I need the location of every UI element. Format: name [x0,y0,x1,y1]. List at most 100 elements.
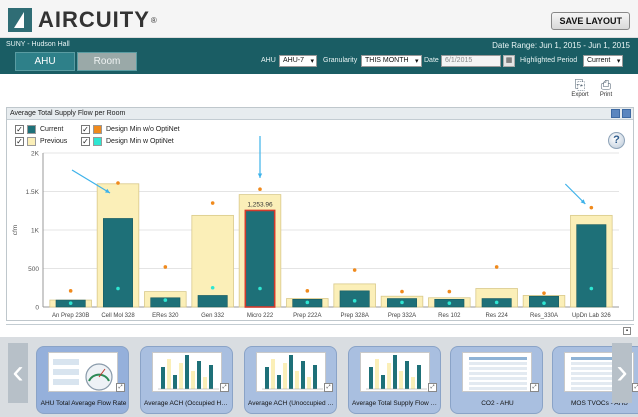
thumbnail-card[interactable]: ⤢ Average ACH (Unoccupied Hours) [244,346,337,414]
x-tick-label: Res 102 [438,313,461,319]
highlighted-period-select[interactable]: Current ▾ [583,55,624,67]
checkbox-checked-icon[interactable]: ✓ [15,137,24,146]
x-tick-label: Prep 222A [293,313,321,319]
maximize-panel-icon[interactable] [622,109,631,118]
x-tick-label: Gen 332 [201,313,225,319]
thumbnail-expand-icon[interactable]: ⤢ [220,383,229,392]
minimize-panel-icon[interactable] [611,109,620,118]
y-axis-label: cfm [12,225,19,235]
point-design-min-w [400,300,404,305]
legend-item-design-min-wo[interactable]: ✓ Design Min w/o OptiNet [81,125,180,134]
thumbnail-expand-icon[interactable]: ⤢ [530,383,539,392]
site-name: SUNY - Hudson Hall [6,41,70,48]
chart-panel-header: Average Total Supply Flow per Room [7,108,633,120]
chart-panel: Average Total Supply Flow per Room 0 500 1… [6,107,634,321]
point-design-min-wo [447,289,452,294]
thumbnail-expand-icon[interactable]: ⤢ [428,383,437,392]
legend-item-design-min-w[interactable]: ✓ Design Min w OptiNet [81,137,174,146]
thumbnail-card[interactable]: ⤢ AHU Total Average Flow Rate [36,346,129,414]
thumbnail-strip-bar: ▪ [6,324,634,336]
ahu-select-value: AHU-7 [283,57,305,64]
point-design-min-wo [210,201,215,205]
brand-header: AIRCUITY ® SAVE LAYOUT [0,0,638,38]
granularity-select-value: THIS MONTH [365,57,409,64]
point-design-min-wo [494,265,499,269]
highlighted-period-label: Highlighted Period [520,57,578,64]
thumbnail-card[interactable]: ⤢ CO2 - AHU [450,346,543,414]
bar-current [197,295,228,308]
export-button[interactable]: ⎘ Export [568,77,592,99]
x-tick-label: Prep 332A [388,313,416,319]
checkbox-checked-icon[interactable]: ✓ [81,137,90,146]
legend-label-design-min-wo: Design Min w/o OptiNet [106,126,180,133]
bar-current [339,290,370,308]
help-icon[interactable]: ? [608,132,625,149]
x-tick-label: Res_330A [530,313,558,319]
y-tick-label: 500 [28,266,39,273]
ahu-select[interactable]: AHU-7 ▾ [279,55,318,67]
thumbnail-label: Average ACH (Unoccupied Hours) [248,400,335,407]
date-range: Date Range: Jun 1, 2015 - Jun 1, 2015 [492,41,630,50]
point-design-min-wo [116,181,120,185]
x-tick-label: Cell Mol 328 [101,313,135,319]
date-label: Date [424,57,439,64]
point-design-min-w [305,300,310,305]
date-input[interactable]: 6/1/2015 [441,55,501,67]
thumbnail-card[interactable]: ⤢ Average ACH (Occupied Hours) [140,346,233,414]
thumbnail-label: CO2 - AHU [481,400,514,407]
y-tick-label: 1K [31,228,40,235]
legend-item-previous[interactable]: ✓ Previous [15,137,67,146]
chart-panel-title: Average Total Supply Flow per Room [10,110,126,117]
aircuity-dashboard: AIRCUITY ® SAVE LAYOUT SUNY - Hudson Hal… [0,0,638,417]
legend-swatch-previous [27,137,36,146]
legend-label-previous: Previous [40,138,68,145]
point-design-min-wo [68,289,73,293]
chevron-down-icon: ▾ [616,58,621,65]
thumbnail-preview [256,352,326,392]
thumbnail-preview [462,352,532,392]
legend-item-current[interactable]: ✓ Current [15,125,63,134]
point-design-min-w [542,301,546,305]
thumbnail-expand-icon[interactable]: ⤢ [116,383,125,392]
point-design-min-wo [542,291,546,295]
checkbox-checked-icon[interactable]: ✓ [15,125,24,134]
point-design-min-w [68,301,73,305]
trademark-symbol: ® [150,15,157,25]
point-design-min-w [589,286,594,291]
highlighted-period-value: Current [587,57,611,64]
point-design-min-wo [400,289,404,294]
x-tick-label: An Prep 230B [52,313,89,319]
thumbnail-preview [152,352,222,392]
save-layout-button[interactable]: SAVE LAYOUT [551,12,630,30]
export-icon: ⎘ [574,77,586,92]
context-bar: SUNY - Hudson Hall Date Range: Jun 1, 20… [0,38,638,74]
granularity-select[interactable]: THIS MONTH ▾ [361,55,422,67]
chart-thumbnail-strip: ‹ ⤢ AHU Total Average Flow Rate ⤢ Average A… [0,337,638,417]
x-tick-label: Res 224 [485,313,508,319]
pin-icon[interactable]: ▪ [623,327,631,335]
legend-swatch-design-min-wo [93,125,102,134]
scroll-right-arrow-icon[interactable]: › [612,343,632,403]
print-button[interactable]: ⎙ Print [594,78,618,99]
x-tick-label: ERes 320 [152,313,179,319]
thumbnail-expand-icon[interactable]: ⤢ [632,383,638,392]
legend-label-design-min-w: Design Min w OptiNet [106,138,174,145]
calendar-icon[interactable]: ▦ [503,55,515,67]
bar-current [103,218,133,308]
legend-swatch-design-min-w [93,137,102,146]
ahu-select-label: AHU [261,57,276,64]
thumbnail-card[interactable]: ⤢ Average Total Supply Flow per Room [348,346,441,414]
thumbnail-label: Average Total Supply Flow per Room [352,400,439,407]
aircuity-logo: AIRCUITY ® [8,7,157,33]
chart-toolbar: ⎘ Export ⎙ Print [0,74,638,106]
thumbnail-preview [48,352,118,392]
thumbnail-label: AHU Total Average Flow Rate [40,400,127,407]
granularity-select-label: Granularity [323,57,358,64]
thumbnail-expand-icon[interactable]: ⤢ [324,383,333,392]
tab-room[interactable]: Room [77,52,137,71]
bar-previous [191,214,234,308]
thumbnail-preview [360,352,430,392]
tab-ahu[interactable]: AHU [15,52,75,71]
scroll-left-arrow-icon[interactable]: ‹ [8,343,28,403]
checkbox-checked-icon[interactable]: ✓ [81,125,90,134]
